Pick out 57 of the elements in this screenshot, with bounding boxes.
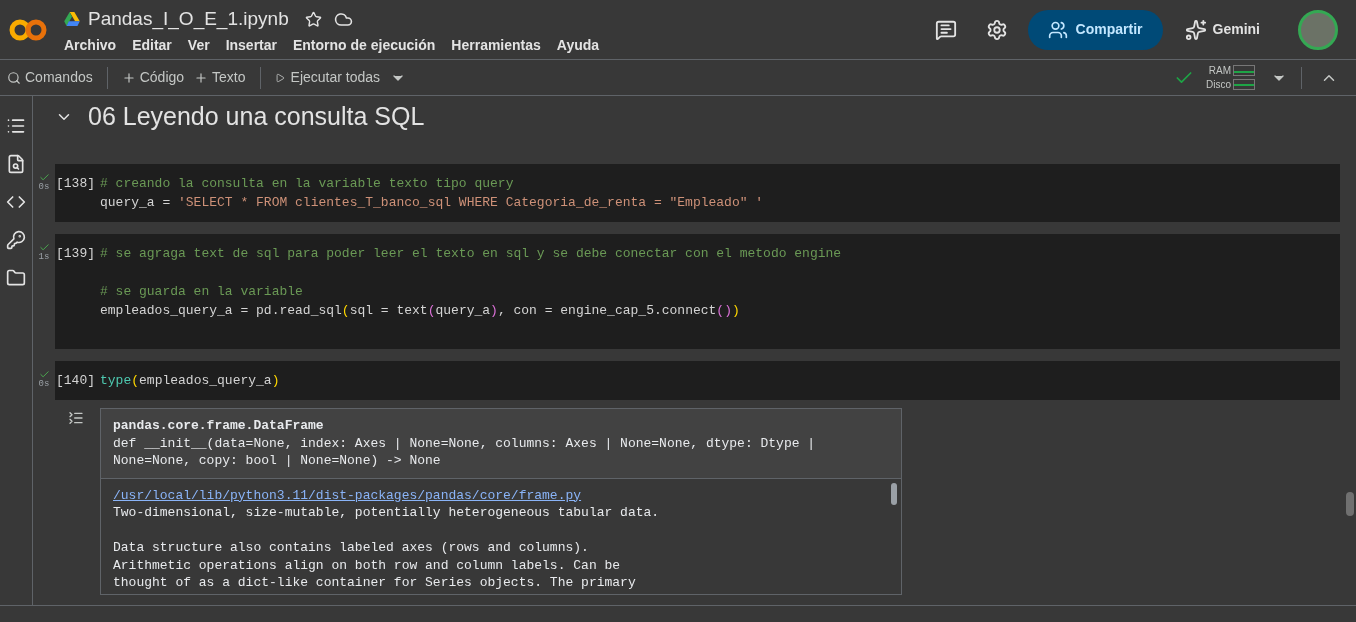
menu-item[interactable]: Entorno de ejecución <box>293 35 436 56</box>
commands-button[interactable]: Comandos <box>0 67 107 88</box>
code-line: empleados_query_a = pd.read_sql(sql = text(query_a), con = engine_cap_5.connect()) <box>100 302 740 320</box>
run-duration: 0s <box>38 183 50 192</box>
people-icon <box>1047 19 1068 40</box>
play-icon <box>274 72 285 83</box>
code-line: type(empleados_query_a) <box>100 372 280 390</box>
star-icon[interactable] <box>304 10 322 28</box>
code-cell[interactable]: [138] # creando la consulta en la variable texto tipo query query_a = 'SELECT * FROM clientes_T_banco_sql WHERE Categoria_de_renta = "Empleado" ' <box>55 164 1340 222</box>
drive-icon <box>64 12 80 26</box>
find-icon[interactable] <box>6 154 26 174</box>
code-cell[interactable]: [140] type(empleados_query_a) <box>55 361 1340 400</box>
execution-count: [138] <box>55 175 96 193</box>
colab-logo-icon[interactable] <box>8 17 48 42</box>
notebook-title[interactable]: Pandas_I_O_E_1.ipynb <box>88 4 289 34</box>
menu-item[interactable]: Insertar <box>225 35 277 56</box>
add-text-button[interactable]: Texto <box>194 67 260 88</box>
code-line: # se guarda en la variable <box>100 283 303 301</box>
signature-text: def __init__(data=None, index: Axes | None=None, columns: Axes | None=None, dtype: Dtype | None=None, copy: bool | None=None) -> None <box>113 434 817 470</box>
class-name: pandas.core.frame.DataFrame <box>113 417 325 435</box>
menu-item[interactable]: Herramientas <box>451 35 541 56</box>
page-scrollbar-thumb[interactable] <box>1346 492 1354 516</box>
output-toggle-icon[interactable] <box>66 410 86 426</box>
sparkle-icon <box>1184 18 1207 41</box>
folder-icon[interactable] <box>6 268 26 288</box>
avatar[interactable] <box>1298 9 1338 50</box>
docstring-line: Two-dimensional, size-mutable, potentially heterogeneous tabular data. <box>113 504 660 522</box>
scrollbar-thumb[interactable] <box>891 482 897 505</box>
execution-count: [140] <box>55 372 96 390</box>
comments-icon[interactable] <box>934 18 957 41</box>
run-duration: 0s <box>38 380 50 389</box>
table-of-contents-icon[interactable] <box>6 116 26 136</box>
add-code-button[interactable]: Código <box>107 67 195 88</box>
settings-icon[interactable] <box>985 18 1008 41</box>
menu-item[interactable]: Archivo <box>64 35 117 56</box>
resources-meter[interactable]: RAM Disco <box>1206 63 1255 92</box>
search-icon <box>7 70 21 85</box>
code-cell[interactable] <box>55 234 1340 349</box>
plus-icon <box>121 70 136 85</box>
menu-item[interactable]: Editar <box>132 35 172 56</box>
run-all-button[interactable]: Ejecutar todas <box>260 67 381 88</box>
execution-count: [139] <box>55 245 96 263</box>
plus-icon <box>194 70 209 85</box>
key-icon[interactable] <box>6 230 26 250</box>
share-button[interactable]: Compartir <box>1027 9 1163 50</box>
section-heading: 06 Leyendo una consulta SQL <box>88 101 425 133</box>
code-line: query_a = 'SELECT * FROM clientes_T_banco_sql WHERE Categoria_de_renta = "Empleado" ' <box>100 194 764 212</box>
code-line: # creando la consulta en la variable texto tipo query <box>100 175 514 193</box>
source-file-link[interactable]: /usr/local/lib/python3.11/dist-packages/pandas/core/frame.py <box>113 486 582 504</box>
docstring-line: thought of as a dict-like container for Series objects. The primary <box>113 574 636 592</box>
code-line: # se agraga text de sql para poder leer el texto en sql y se debe conectar con el metodo engine <box>100 245 842 263</box>
docstring-line: Arithmetic operations align on both row and column labels. Can be <box>113 556 621 574</box>
gemini-button[interactable]: Gemini <box>1184 18 1260 41</box>
menu-item[interactable]: Ayuda <box>556 35 600 56</box>
run-duration: 1s <box>38 253 50 262</box>
docstring-line: Data structure also contains labeled axes (rows and columns). <box>113 539 589 557</box>
menu-item[interactable]: Ver <box>187 35 210 56</box>
